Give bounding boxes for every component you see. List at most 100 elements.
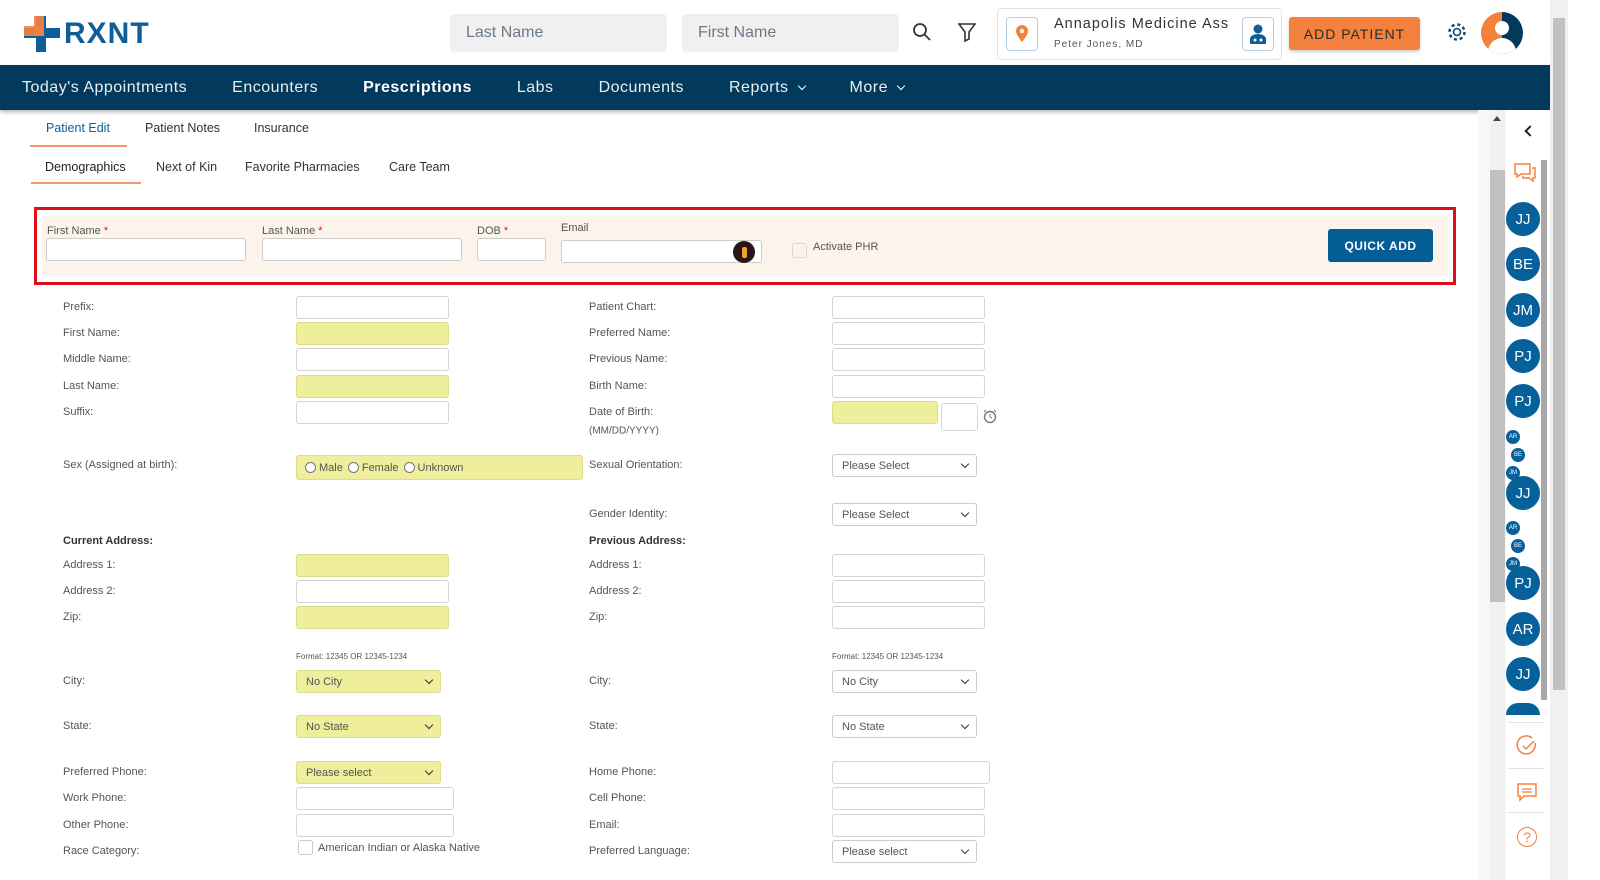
panel-scrollbar-thumb[interactable] xyxy=(1541,160,1547,700)
previous-name-label: Previous Name: xyxy=(589,353,668,365)
qa-dob-label: DOB * xyxy=(477,225,509,237)
task-check-icon[interactable] xyxy=(1514,733,1540,759)
add-patient-button[interactable]: ADD PATIENT xyxy=(1289,17,1420,50)
prev-address2-label: Address 2: xyxy=(589,585,642,597)
first-name-input[interactable] xyxy=(296,322,449,345)
subtab-demographics[interactable]: Demographics xyxy=(45,160,126,174)
suffix-label: Suffix: xyxy=(63,406,94,418)
qa-email-input[interactable] xyxy=(561,240,762,263)
avatar-pj[interactable]: PJ xyxy=(1506,384,1540,418)
suffix-input[interactable] xyxy=(296,401,449,424)
patient-chart-input[interactable] xyxy=(832,296,985,319)
previous-name-input[interactable] xyxy=(832,348,985,371)
state-select[interactable]: No State xyxy=(296,715,441,738)
avatar-small: BE xyxy=(1511,539,1525,553)
birth-name-input[interactable] xyxy=(832,375,985,398)
password-key-icon[interactable] xyxy=(733,241,755,263)
last-name-search-input[interactable] xyxy=(450,14,667,52)
location-selector[interactable]: Annapolis Medicine Ass Peter Jones, MD xyxy=(997,8,1282,60)
filter-icon[interactable] xyxy=(955,20,979,44)
nav-prescriptions[interactable]: Prescriptions xyxy=(363,79,472,97)
avatar-group[interactable]: AR BE JM xyxy=(1506,521,1542,571)
sexual-orientation-select[interactable]: Please Select xyxy=(832,454,977,477)
search-icon[interactable] xyxy=(910,20,934,44)
work-phone-input[interactable] xyxy=(296,787,454,810)
first-name-search-input[interactable] xyxy=(682,14,899,52)
rxnt-logo[interactable]: RXNT xyxy=(24,16,150,52)
address2-input[interactable] xyxy=(296,580,449,603)
other-phone-input[interactable] xyxy=(296,814,454,837)
doctor-icon[interactable] xyxy=(1242,17,1274,51)
sex-unknown-radio[interactable]: Unknown xyxy=(403,462,463,474)
qa-first-name-input[interactable] xyxy=(46,238,246,261)
avatar-jj[interactable]: JJ xyxy=(1506,202,1540,236)
city-select[interactable]: No City xyxy=(296,670,441,693)
other-phone-label: Other Phone: xyxy=(63,819,129,831)
chevron-down-icon xyxy=(896,81,906,91)
user-avatar[interactable] xyxy=(1481,12,1523,54)
zip-input[interactable] xyxy=(296,606,449,629)
message-icon[interactable] xyxy=(1514,779,1540,805)
chevron-down-icon xyxy=(960,675,970,685)
last-name-input[interactable] xyxy=(296,375,449,398)
page-scrollbar-thumb[interactable] xyxy=(1553,18,1565,690)
middle-name-input[interactable] xyxy=(296,348,449,371)
content-scrollbar-thumb[interactable] xyxy=(1490,170,1505,602)
chevron-down-icon xyxy=(960,845,970,855)
qa-dob-input[interactable] xyxy=(477,238,546,261)
tab-patient-notes[interactable]: Patient Notes xyxy=(145,121,220,135)
prev-address2-input[interactable] xyxy=(832,580,985,603)
avatar-jj[interactable]: JJ xyxy=(1506,657,1540,691)
nav-more[interactable]: More xyxy=(850,79,906,97)
subtab-care-team[interactable]: Care Team xyxy=(389,160,450,174)
chevron-down-icon xyxy=(960,459,970,469)
sex-male-radio[interactable]: Male xyxy=(305,462,343,474)
avatar-pj[interactable]: PJ xyxy=(1506,566,1540,600)
alarm-clock-icon[interactable] xyxy=(982,408,998,424)
gender-identity-select[interactable]: Please Select xyxy=(832,503,977,526)
quick-add-button[interactable]: QUICK ADD xyxy=(1328,229,1433,262)
email-input[interactable] xyxy=(832,814,985,837)
avatar-be[interactable]: BE xyxy=(1506,247,1540,281)
nav-reports[interactable]: Reports xyxy=(729,79,806,97)
state-label: State: xyxy=(63,720,92,732)
cell-phone-input[interactable] xyxy=(832,787,985,810)
city-label: City: xyxy=(63,675,85,687)
help-icon[interactable]: ? xyxy=(1517,827,1537,847)
subtab-next-of-kin[interactable]: Next of Kin xyxy=(156,160,217,174)
nav-labs[interactable]: Labs xyxy=(517,79,554,97)
chat-bubbles-icon[interactable] xyxy=(1512,160,1538,186)
preferred-language-select[interactable]: Please select xyxy=(832,840,977,863)
prefix-input[interactable] xyxy=(296,296,449,319)
activate-phr-label: Activate PHR xyxy=(813,241,879,253)
prev-address1-input[interactable] xyxy=(832,554,985,577)
race-option-label: American Indian or Alaska Native xyxy=(318,842,481,854)
tab-patient-edit[interactable]: Patient Edit xyxy=(46,121,110,135)
preferred-phone-select[interactable]: Please select xyxy=(296,761,441,784)
avatar-group[interactable]: AR BE JM xyxy=(1506,430,1542,480)
race-checkbox[interactable] xyxy=(298,840,313,855)
home-phone-input[interactable] xyxy=(832,761,990,784)
avatar-ar[interactable]: AR xyxy=(1506,612,1540,646)
address1-input[interactable] xyxy=(296,554,449,577)
prev-zip-input[interactable] xyxy=(832,606,985,629)
nav-todays-appointments[interactable]: Today's Appointments xyxy=(22,79,187,97)
avatar-jm[interactable]: JM xyxy=(1506,293,1540,327)
prev-city-select[interactable]: No City xyxy=(832,670,977,693)
avatar-partial[interactable] xyxy=(1506,703,1540,715)
avatar-jj[interactable]: JJ xyxy=(1506,476,1540,510)
nav-documents[interactable]: Documents xyxy=(599,79,684,97)
nav-encounters[interactable]: Encounters xyxy=(232,79,318,97)
scroll-up-arrow-icon[interactable] xyxy=(1493,116,1501,121)
activate-phr-checkbox[interactable] xyxy=(792,243,807,258)
settings-gear-icon[interactable] xyxy=(1445,20,1469,44)
avatar-pj[interactable]: PJ xyxy=(1506,339,1540,373)
sex-female-radio[interactable]: Female xyxy=(347,462,399,474)
preferred-name-input[interactable] xyxy=(832,322,985,345)
subtab-favorite-pharmacies[interactable]: Favorite Pharmacies xyxy=(245,160,360,174)
tab-insurance[interactable]: Insurance xyxy=(254,121,309,135)
dob-extra-input[interactable] xyxy=(941,403,978,431)
qa-last-name-input[interactable] xyxy=(262,238,462,261)
prev-state-select[interactable]: No State xyxy=(832,715,977,738)
dob-input[interactable] xyxy=(832,401,938,424)
